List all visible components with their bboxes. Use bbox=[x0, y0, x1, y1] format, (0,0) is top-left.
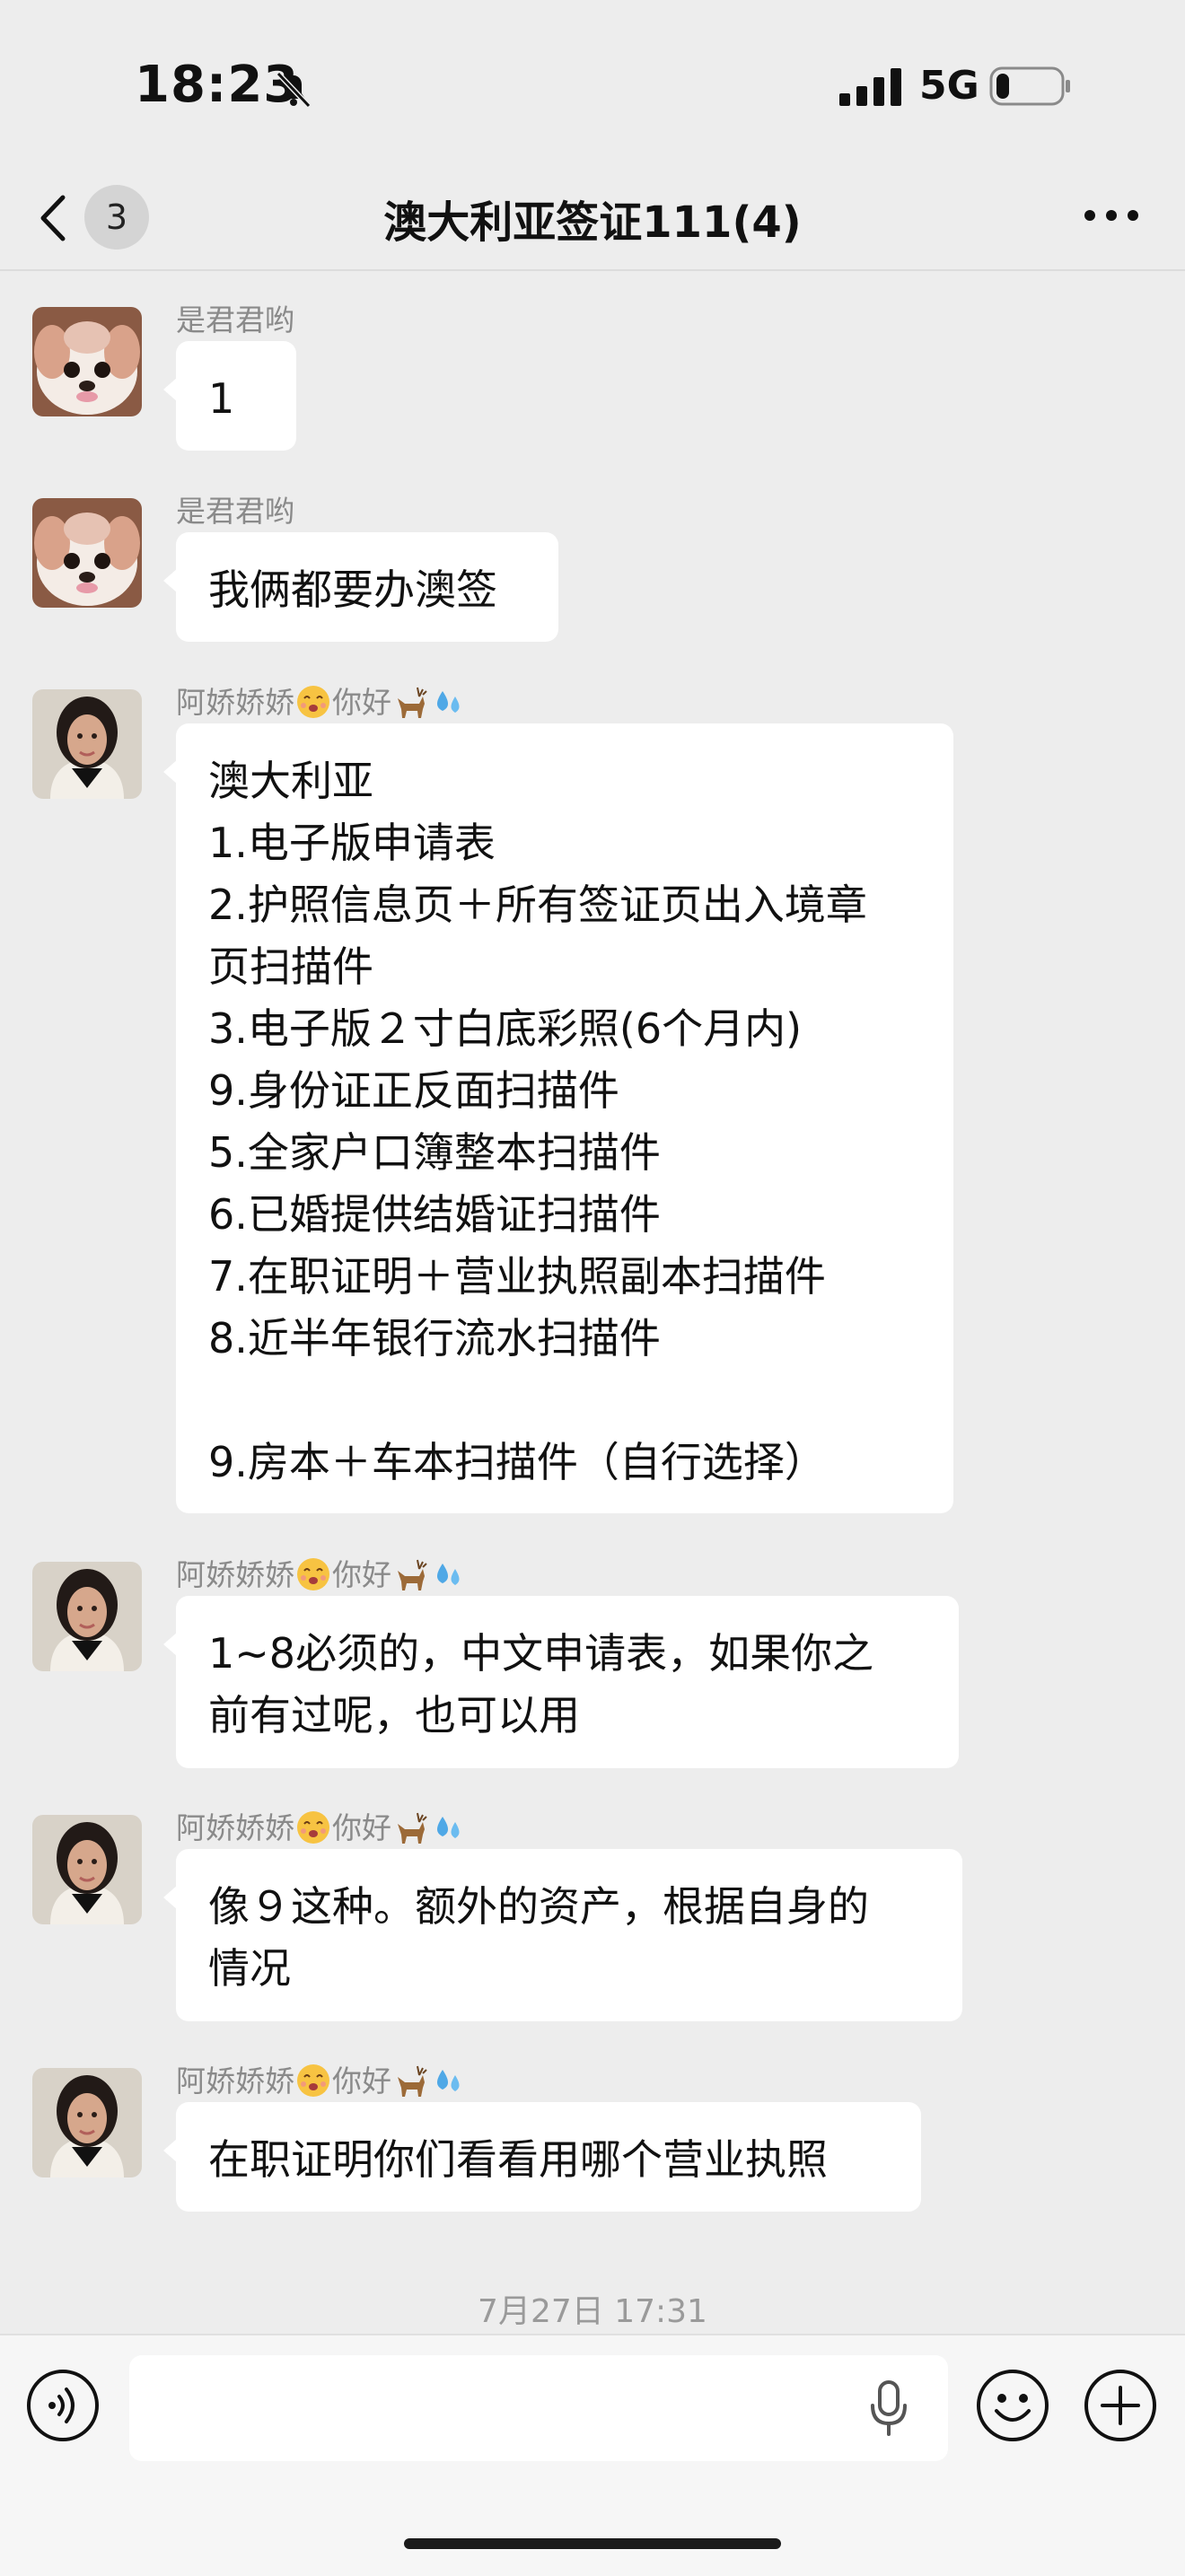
message-bubble[interactable]: 1 bbox=[163, 341, 296, 451]
voice-icon[interactable] bbox=[25, 2368, 101, 2443]
plus-icon[interactable] bbox=[1083, 2368, 1158, 2443]
sender-name-text: 阿娇娇娇 bbox=[176, 2063, 294, 2098]
deer-icon bbox=[397, 1559, 427, 1591]
chat-timestamp: 7月27日 17:31 bbox=[478, 2293, 707, 2330]
deer-icon bbox=[397, 2065, 427, 2098]
message-bubble[interactable]: 我俩都要办澳签 bbox=[163, 532, 558, 642]
avatar[interactable] bbox=[32, 498, 142, 608]
emoji-icon[interactable] bbox=[975, 2368, 1050, 2443]
message-bubble[interactable]: 1~8必须的，中文申请表，如果你之 前有过呢，也可以用 bbox=[163, 1596, 959, 1768]
home-indicator[interactable] bbox=[404, 2538, 781, 2549]
message-bubble[interactable]: 像９这种。额外的资产，根据自身的 情况 bbox=[163, 1849, 962, 2021]
sender-name-text: 阿娇娇娇 bbox=[176, 1557, 294, 1592]
sender-name-text: 是君君哟 bbox=[176, 494, 294, 529]
message-input[interactable] bbox=[129, 2355, 948, 2461]
deer-icon bbox=[397, 687, 427, 719]
emoji-blush-icon bbox=[296, 1810, 330, 1844]
avatar[interactable] bbox=[32, 307, 142, 416]
emoji-blush-icon bbox=[296, 685, 330, 719]
sender-name: 阿娇娇娇 你好 bbox=[176, 2057, 467, 2100]
avatar[interactable] bbox=[32, 1562, 142, 1671]
sender-name-suffix: 你好 bbox=[332, 1557, 391, 1592]
avatar[interactable] bbox=[32, 689, 142, 799]
mute-bell-icon bbox=[276, 71, 312, 109]
sender-name-suffix: 你好 bbox=[332, 685, 391, 720]
sweat-drops-icon bbox=[437, 691, 460, 713]
back-chevron-icon bbox=[40, 195, 66, 241]
signal-icon bbox=[839, 68, 901, 106]
message-bubble[interactable]: 澳大利亚 1.电子版申请表 2.护照信息页＋所有签证页出入境章 页扫描件 3.电… bbox=[163, 723, 953, 1513]
avatar[interactable] bbox=[32, 2068, 142, 2177]
network-type: 5G bbox=[919, 63, 979, 109]
message-bubble[interactable]: 在职证明你们看看用哪个营业执照 bbox=[163, 2102, 921, 2212]
sweat-drops-icon bbox=[437, 1817, 460, 1838]
sender-name-text: 阿娇娇娇 bbox=[176, 1810, 294, 1845]
sweat-drops-icon bbox=[437, 1564, 460, 1585]
sweat-drops-icon bbox=[437, 2070, 460, 2091]
sender-name: 阿娇娇娇 你好 bbox=[176, 1804, 467, 1847]
chat-header: 3 澳大利亚签证111(4) bbox=[0, 162, 1185, 271]
avatar[interactable] bbox=[32, 1815, 142, 1924]
battery-icon bbox=[989, 66, 1070, 106]
unread-count-badge: 3 bbox=[84, 185, 149, 250]
status-bar: 18:23 5G bbox=[0, 0, 1185, 162]
more-icon[interactable] bbox=[1082, 194, 1141, 237]
sender-name: 是君君哟 bbox=[176, 487, 294, 530]
sender-name: 是君君哟 bbox=[176, 296, 294, 339]
mic-icon[interactable] bbox=[864, 2379, 914, 2438]
sender-name-text: 是君君哟 bbox=[176, 302, 294, 337]
deer-icon bbox=[397, 1812, 427, 1844]
sender-name-suffix: 你好 bbox=[332, 2063, 391, 2098]
sender-name: 阿娇娇娇 你好 bbox=[176, 1551, 467, 1594]
emoji-blush-icon bbox=[296, 2063, 330, 2098]
chat-title: 澳大利亚签证111(4) bbox=[383, 197, 802, 248]
sender-name-text: 阿娇娇娇 bbox=[176, 685, 294, 720]
emoji-blush-icon bbox=[296, 1557, 330, 1591]
input-bar bbox=[0, 2334, 1185, 2576]
sender-name: 阿娇娇娇 你好 bbox=[176, 679, 467, 722]
sender-name-suffix: 你好 bbox=[332, 1810, 391, 1845]
back-button[interactable]: 3 bbox=[36, 178, 156, 255]
